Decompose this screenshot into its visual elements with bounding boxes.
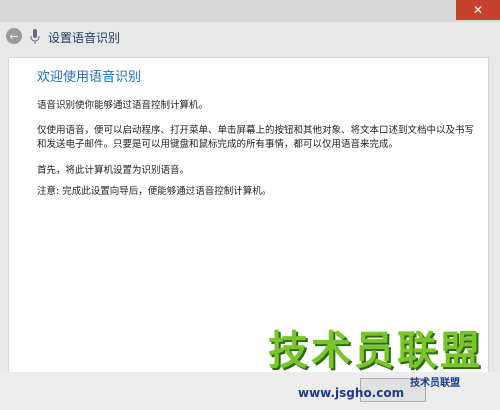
note-paragraph: 注意: 完成此设置向导后，便能够通过语音控制计算机。 <box>37 186 272 197</box>
watermark-small-logo: 技术员联盟 <box>410 378 460 389</box>
intro-paragraph: 语音识别使你能够通过语音控制计算机。 <box>37 100 209 111</box>
wizard-header: ← 设置语音识别 <box>0 22 500 52</box>
microphone-icon <box>30 29 40 44</box>
watermark-logo-text: 技术员联盟 <box>268 328 483 374</box>
title-bar: ✕ <box>0 0 500 22</box>
first-step-paragraph: 首先，将此计算机设置为识别语音。 <box>37 165 190 176</box>
close-button[interactable]: ✕ <box>456 0 500 20</box>
description-paragraph: 仅使用语音，便可以启动程序、打开菜单、单击屏幕上的按钮和其他对象、将文本口述到文… <box>37 125 475 150</box>
watermark-url: www.jsgho.com <box>298 386 405 400</box>
back-arrow-icon[interactable]: ← <box>6 28 22 44</box>
page-heading: 欢迎使用语音识别 <box>37 70 142 85</box>
wizard-title: 设置语音识别 <box>48 31 121 45</box>
